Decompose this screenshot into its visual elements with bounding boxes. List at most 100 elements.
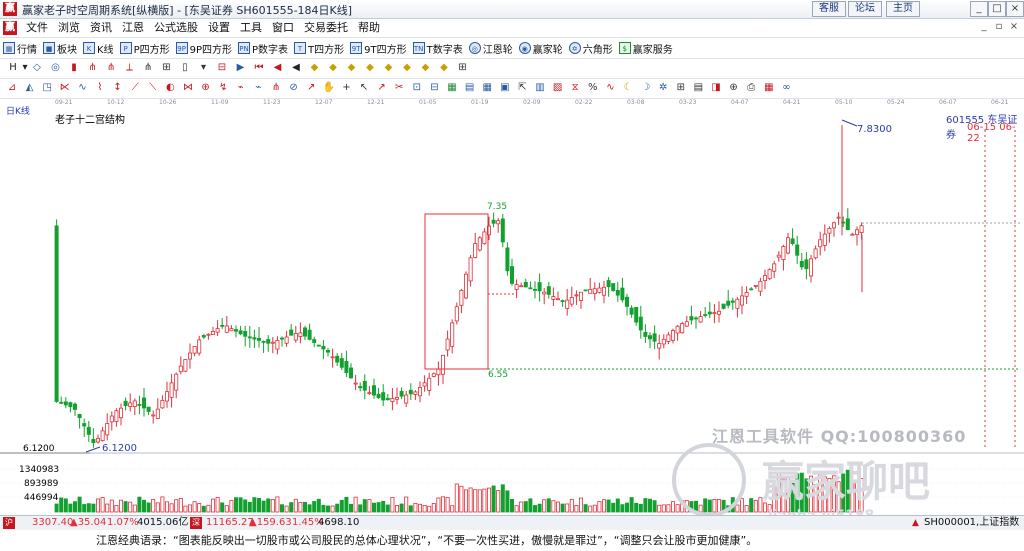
toolbar-button-9[interactable]: ◎ 江恩轮 <box>466 39 516 57</box>
toolbar-button-7[interactable]: 9T 9T四方形 <box>347 39 409 57</box>
draw2-tool-20-icon[interactable]: ◆ <box>400 61 414 75</box>
draw2-tool-4-icon[interactable]: ⋔ <box>104 61 118 75</box>
tool-tool-41-icon[interactable]: ⊕ <box>727 81 741 95</box>
tool-tool-9-icon[interactable]: ◐ <box>163 81 177 95</box>
draw2-tool-15-icon[interactable]: ◆ <box>308 61 322 75</box>
menu-item-2[interactable]: 资讯 <box>85 19 117 37</box>
draw2-tool-12-icon[interactable]: ⏮ <box>252 61 266 75</box>
draw2-tool-16-icon[interactable]: ◆ <box>326 61 340 75</box>
menu-item-7[interactable]: 窗口 <box>267 19 299 37</box>
tool-tool-14-icon[interactable]: ⌁ <box>251 81 265 95</box>
draw2-tool-18-icon[interactable]: ◆ <box>363 61 377 75</box>
current-index-label[interactable]: SH000001,上证指数 <box>924 516 1019 530</box>
draw2-tool-22-icon[interactable]: ◆ <box>437 61 451 75</box>
toolbar-button-1[interactable]: ■ 板块 <box>40 39 80 57</box>
toolbar-button-11[interactable]: ✡ 六角形 <box>566 39 616 57</box>
toolbar-button-10[interactable]: ◉ 赢家轮 <box>516 39 566 57</box>
tool-tool-30-icon[interactable]: ▥ <box>533 81 547 95</box>
menu-item-1[interactable]: 浏览 <box>53 19 85 37</box>
tool-tool-7-icon[interactable]: ⟋ <box>128 81 142 95</box>
tool-tool-28-icon[interactable]: ▣ <box>498 81 512 95</box>
tool-tool-1-icon[interactable]: ◭ <box>23 81 37 95</box>
tool-tool-31-icon[interactable]: ▨ <box>551 81 565 95</box>
tool-tool-40-icon[interactable]: ◨ <box>709 81 723 95</box>
toolbar-button-3[interactable]: P P四方形 <box>117 39 173 57</box>
draw2-tool-5-icon[interactable]: ⟂ <box>123 61 137 75</box>
tool-tool-25-icon[interactable]: ▦ <box>445 81 459 95</box>
tool-tool-35-icon[interactable]: ☾ <box>621 81 635 95</box>
draw2-tool-0-icon[interactable]: ◇ <box>30 61 44 75</box>
draw2-tool-13-icon[interactable]: ◀ <box>271 61 285 75</box>
tool-tool-34-icon[interactable]: ∿ <box>603 81 617 95</box>
draw2-tool-6-icon[interactable]: ⋔ <box>141 61 155 75</box>
mdi-restore-icon[interactable]: ▫ <box>993 21 1005 33</box>
maximize-icon[interactable]: □ <box>988 1 1006 17</box>
tool-tool-36-icon[interactable]: ☽ <box>639 81 653 95</box>
draw2-tool-10-icon[interactable]: ⊟ <box>215 61 229 75</box>
tool-tool-38-icon[interactable]: ⊞ <box>674 81 688 95</box>
mdi-minimize-icon[interactable]: _ <box>978 21 990 33</box>
tool-tool-20-icon[interactable]: ↖ <box>357 81 371 95</box>
toolbar-button-0[interactable]: ▦ 行情 <box>0 39 40 57</box>
tool-tool-27-icon[interactable]: ▦ <box>480 81 494 95</box>
tool-tool-17-icon[interactable]: ↗ <box>304 81 318 95</box>
toolbar-button-2[interactable]: K K线 <box>80 39 117 57</box>
draw2-tool-3-icon[interactable]: ⋔ <box>86 61 100 75</box>
draw2-tool-7-icon[interactable]: ⊞ <box>160 61 174 75</box>
tool-tool-42-icon[interactable]: ⎙ <box>744 81 758 95</box>
menu-item-9[interactable]: 帮助 <box>353 19 385 37</box>
draw2-tool-19-icon[interactable]: ◆ <box>382 61 396 75</box>
toolbar-button-8[interactable]: TN T数字表 <box>410 39 466 57</box>
tool-tool-16-icon[interactable]: ⊘ <box>287 81 301 95</box>
tool-tool-15-icon[interactable]: ⋔ <box>269 81 283 95</box>
tool-tool-39-icon[interactable]: ▤ <box>691 81 705 95</box>
toolbar-button-5[interactable]: PN P数字表 <box>235 39 291 57</box>
tool-tool-18-icon[interactable]: ✋ <box>322 81 336 95</box>
menu-item-5[interactable]: 设置 <box>203 19 235 37</box>
tool-tool-19-icon[interactable]: + <box>339 81 353 95</box>
draw2-tool-21-icon[interactable]: ◆ <box>419 61 433 75</box>
tool-tool-44-icon[interactable]: ∞ <box>779 81 793 95</box>
tool-tool-0-icon[interactable]: ⊿ <box>5 81 19 95</box>
menu-item-8[interactable]: 交易委托 <box>299 19 353 37</box>
draw2-tool-17-icon[interactable]: ◆ <box>345 61 359 75</box>
tool-tool-2-icon[interactable]: ◳ <box>40 81 54 95</box>
tool-tool-43-icon[interactable]: ▦ <box>762 81 776 95</box>
tool-tool-23-icon[interactable]: ⊡ <box>410 81 424 95</box>
tool-tool-5-icon[interactable]: ⌇ <box>93 81 107 95</box>
draw2-tool-1-icon[interactable]: ◎ <box>49 61 63 75</box>
tool-tool-12-icon[interactable]: ↯ <box>216 81 230 95</box>
toolbar-button-12[interactable]: $ 赢家服务 <box>616 39 676 57</box>
tool-tool-33-icon[interactable]: % <box>586 81 600 95</box>
menu-item-4[interactable]: 公式选股 <box>149 19 203 37</box>
tool-tool-29-icon[interactable]: ⇱ <box>515 81 529 95</box>
draw2-tool-8-icon[interactable]: ▯ <box>178 61 192 75</box>
toolbar-button-4[interactable]: 9P 9P四方形 <box>173 39 235 57</box>
tool-tool-4-icon[interactable]: ∿ <box>75 81 89 95</box>
close-icon[interactable]: × <box>1006 1 1024 17</box>
draw2-tool-2-icon[interactable]: ▮ <box>67 61 81 75</box>
tool-tool-21-icon[interactable]: ↗ <box>375 81 389 95</box>
tool-tool-24-icon[interactable]: ⊟ <box>427 81 441 95</box>
toolbar-button-6[interactable]: T T四方形 <box>291 39 347 57</box>
menu-item-3[interactable]: 江恩 <box>117 19 149 37</box>
tool-tool-10-icon[interactable]: ⋈ <box>181 81 195 95</box>
tool-tool-13-icon[interactable]: ⌁ <box>234 81 248 95</box>
draw2-tool-14-icon[interactable]: ◀ <box>289 61 303 75</box>
draw2-tool-9-icon[interactable]: ▾ <box>197 61 211 75</box>
menu-item-6[interactable]: 工具 <box>235 19 267 37</box>
tool-tool-8-icon[interactable]: ⟍ <box>146 81 160 95</box>
tool-tool-11-icon[interactable]: ⊕ <box>199 81 213 95</box>
tool-tool-26-icon[interactable]: ▤ <box>463 81 477 95</box>
mdi-close-icon[interactable]: × <box>1008 21 1020 33</box>
tool-tool-32-icon[interactable]: ⧖ <box>568 81 582 95</box>
forum-link[interactable]: 论坛 <box>848 1 882 17</box>
customer-service-link[interactable]: 客服 <box>812 1 846 17</box>
draw2-tool-23-icon[interactable]: ⊞ <box>456 61 470 75</box>
minimize-icon[interactable]: _ <box>970 1 988 17</box>
tool-tool-37-icon[interactable]: ✲ <box>656 81 670 95</box>
tool-tool-3-icon[interactable]: ⋉ <box>58 81 72 95</box>
draw2-tool-11-icon[interactable]: ▶ <box>234 61 248 75</box>
homepage-link[interactable]: 主页 <box>886 1 920 17</box>
menu-item-0[interactable]: 文件 <box>21 19 53 37</box>
